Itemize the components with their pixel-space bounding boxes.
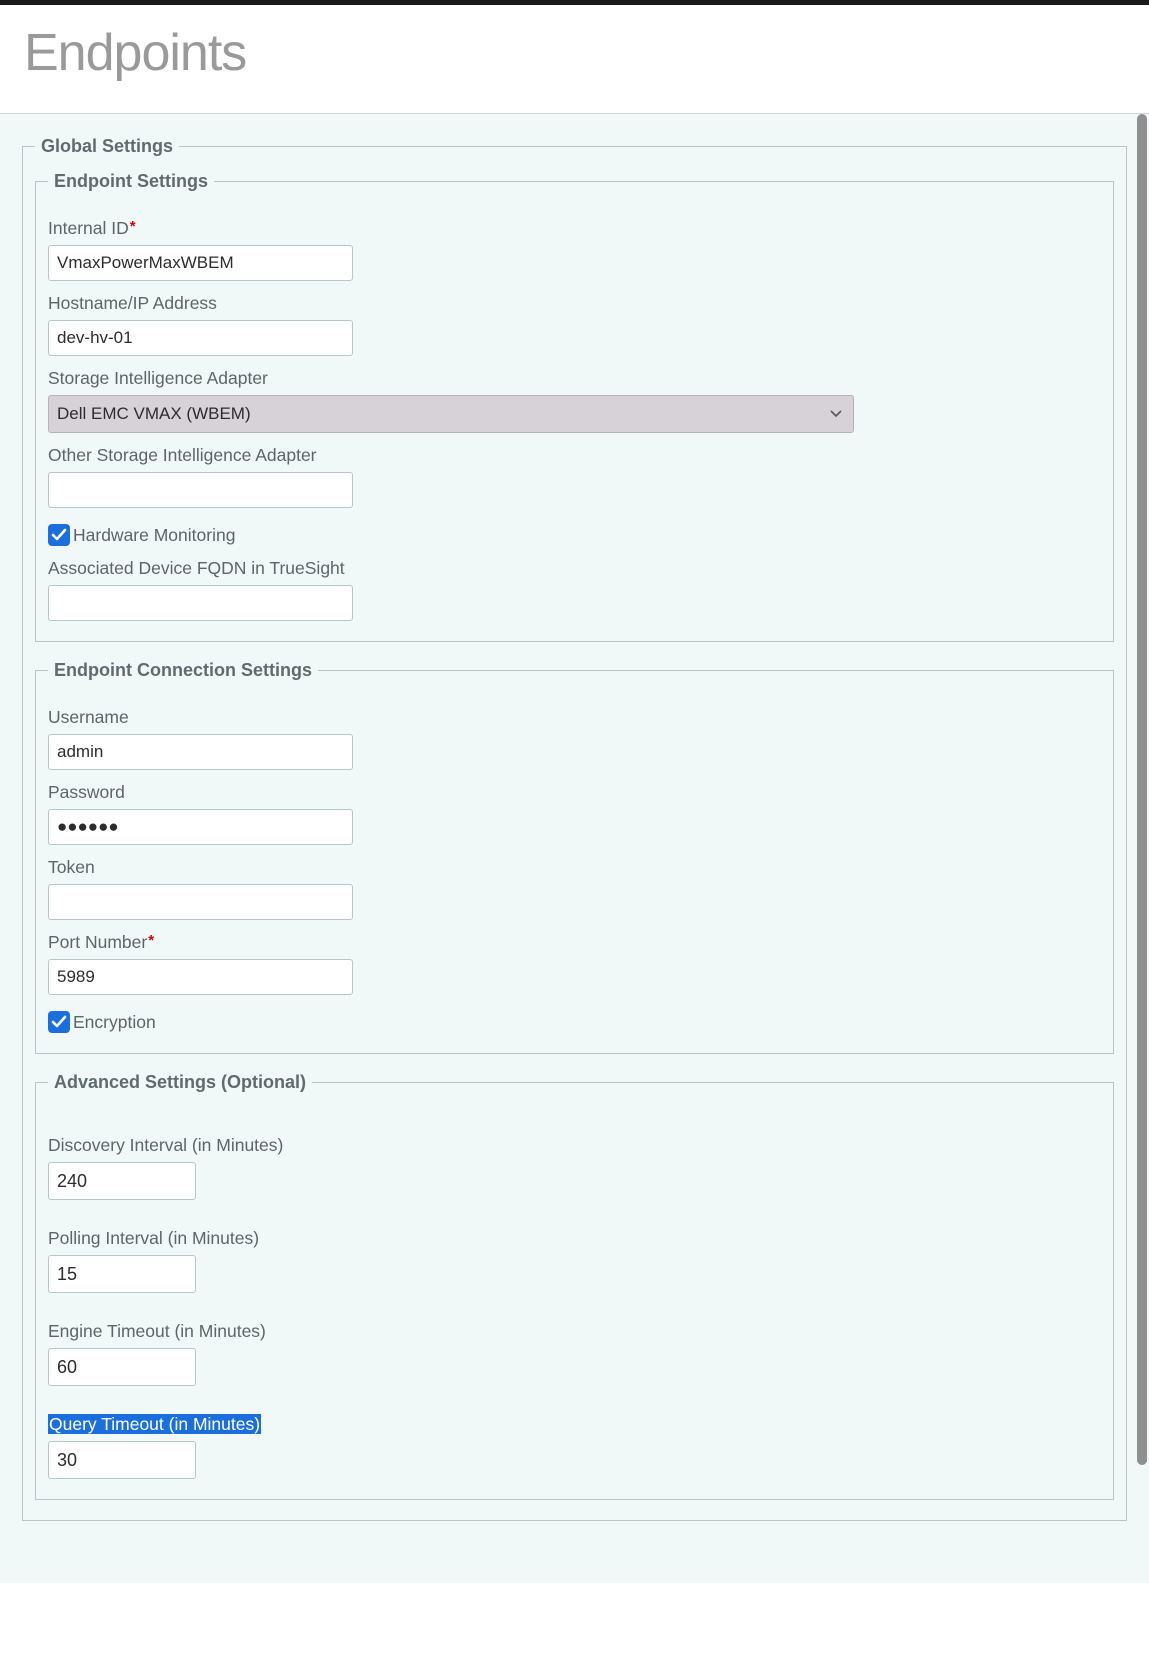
encryption-label: Encryption: [73, 1012, 156, 1033]
discovery-interval-stepper: [48, 1162, 196, 1200]
connection-settings-legend: Endpoint Connection Settings: [48, 660, 318, 681]
encryption-checkbox[interactable]: [48, 1011, 70, 1033]
query-timeout-input[interactable]: [49, 1442, 196, 1478]
associated-device-row: Associated Device FQDN in TrueSight: [48, 558, 1101, 621]
hardware-monitoring-label: Hardware Monitoring: [73, 525, 235, 546]
associated-device-label: Associated Device FQDN in TrueSight: [48, 558, 1101, 579]
page-header: Endpoints: [0, 5, 1149, 113]
hardware-monitoring-checkbox[interactable]: [48, 524, 70, 546]
advanced-settings-fieldset: Advanced Settings (Optional) Discovery I…: [35, 1072, 1114, 1500]
username-row: Username: [48, 707, 1101, 770]
engine-timeout-row: Engine Timeout (in Minutes): [48, 1321, 1101, 1386]
check-icon: [51, 528, 67, 542]
query-timeout-stepper: [48, 1441, 196, 1479]
query-timeout-label-text: Query Timeout (in Minutes): [48, 1414, 261, 1434]
adapter-label: Storage Intelligence Adapter: [48, 368, 1101, 389]
hostname-input[interactable]: [48, 320, 353, 356]
other-adapter-label: Other Storage Intelligence Adapter: [48, 445, 1101, 466]
content-wrap: Global Settings Endpoint Settings Intern…: [0, 113, 1149, 1583]
port-row: Port Number*: [48, 932, 1101, 995]
discovery-interval-input[interactable]: [49, 1163, 196, 1199]
polling-interval-label: Polling Interval (in Minutes): [48, 1228, 1101, 1249]
port-input[interactable]: [48, 959, 353, 995]
discovery-interval-label: Discovery Interval (in Minutes): [48, 1135, 1101, 1156]
other-adapter-input[interactable]: [48, 472, 353, 508]
scrollbar-thumb[interactable]: [1137, 114, 1147, 1465]
adapter-select[interactable]: Dell EMC VMAX (WBEM): [48, 395, 854, 433]
global-settings-legend: Global Settings: [35, 136, 179, 157]
required-asterisk: *: [148, 932, 154, 949]
username-label: Username: [48, 707, 1101, 728]
required-asterisk: *: [130, 218, 136, 235]
adapter-row: Storage Intelligence Adapter Dell EMC VM…: [48, 368, 1101, 433]
polling-interval-input[interactable]: [49, 1256, 196, 1292]
hostname-label: Hostname/IP Address: [48, 293, 1101, 314]
connection-settings-fieldset: Endpoint Connection Settings Username Pa…: [35, 660, 1114, 1054]
query-timeout-label: Query Timeout (in Minutes): [48, 1414, 1101, 1435]
token-input[interactable]: [48, 884, 353, 920]
token-label: Token: [48, 857, 1101, 878]
port-label-text: Port Number: [48, 932, 147, 952]
engine-timeout-stepper: [48, 1348, 196, 1386]
polling-interval-stepper: [48, 1255, 196, 1293]
encryption-row: Encryption: [48, 1011, 1101, 1033]
internal-id-row: Internal ID*: [48, 218, 1101, 281]
endpoint-settings-legend: Endpoint Settings: [48, 171, 214, 192]
query-timeout-row: Query Timeout (in Minutes): [48, 1414, 1101, 1479]
check-icon: [51, 1015, 67, 1029]
internal-id-label: Internal ID*: [48, 218, 1101, 239]
page-title: Endpoints: [24, 23, 1125, 83]
engine-timeout-label: Engine Timeout (in Minutes): [48, 1321, 1101, 1342]
polling-interval-row: Polling Interval (in Minutes): [48, 1228, 1101, 1293]
hardware-monitoring-row: Hardware Monitoring: [48, 524, 1101, 546]
scrollbar-track[interactable]: [1137, 114, 1147, 1583]
password-label: Password: [48, 782, 1101, 803]
advanced-settings-legend: Advanced Settings (Optional): [48, 1072, 312, 1093]
internal-id-label-text: Internal ID: [48, 218, 129, 238]
hostname-row: Hostname/IP Address: [48, 293, 1101, 356]
token-row: Token: [48, 857, 1101, 920]
username-input[interactable]: [48, 734, 353, 770]
discovery-interval-row: Discovery Interval (in Minutes): [48, 1135, 1101, 1200]
other-adapter-row: Other Storage Intelligence Adapter: [48, 445, 1101, 508]
password-input[interactable]: [48, 809, 353, 845]
password-row: Password: [48, 782, 1101, 845]
engine-timeout-input[interactable]: [49, 1349, 196, 1385]
associated-device-input[interactable]: [48, 585, 353, 621]
global-settings-fieldset: Global Settings Endpoint Settings Intern…: [22, 136, 1127, 1521]
port-label: Port Number*: [48, 932, 1101, 953]
endpoint-settings-fieldset: Endpoint Settings Internal ID* Hostname/…: [35, 171, 1114, 642]
adapter-select-value: Dell EMC VMAX (WBEM): [48, 395, 854, 433]
internal-id-input[interactable]: [48, 245, 353, 281]
